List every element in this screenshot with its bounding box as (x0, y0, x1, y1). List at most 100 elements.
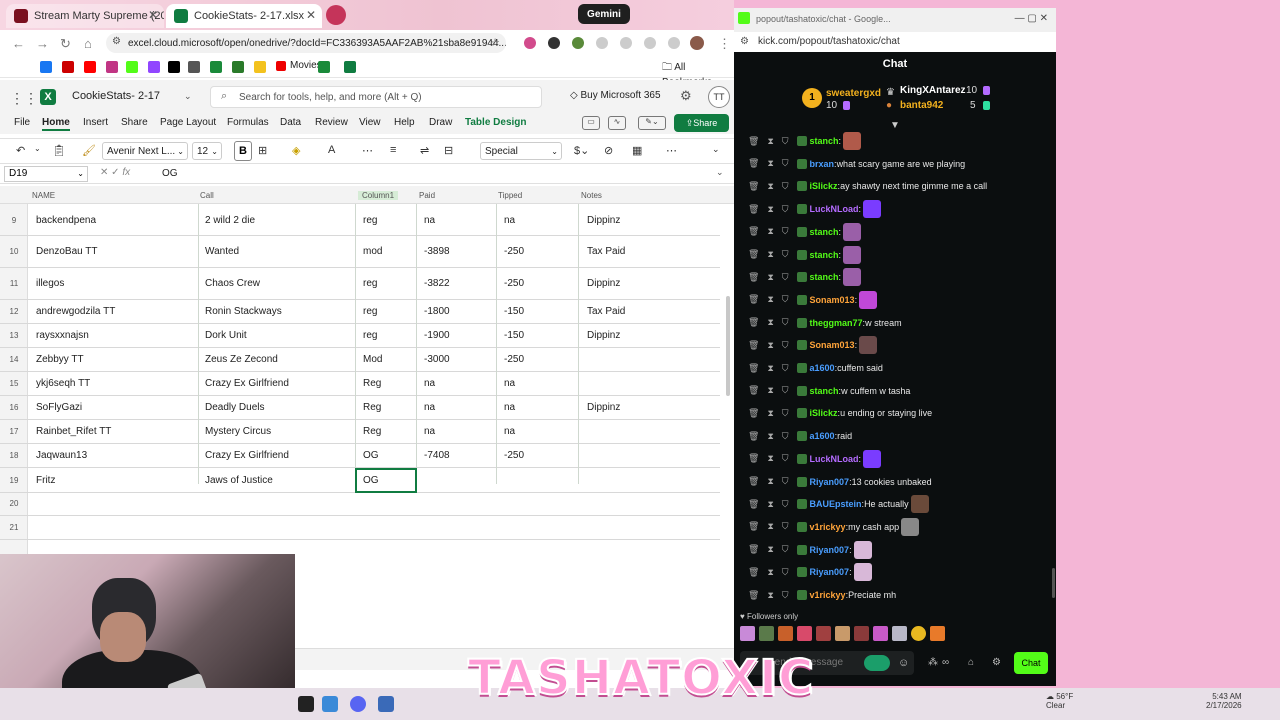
site-info-icon[interactable]: ⚙ (112, 36, 121, 47)
cell-col1[interactable]: mod (363, 246, 382, 257)
bookmark-movies[interactable]: Movies (276, 60, 322, 71)
cell-name[interactable]: andrewgodzila TT (36, 306, 115, 317)
timeout-icon[interactable]: ⧗ (767, 567, 773, 577)
chat-username[interactable]: Sonam013 (810, 340, 855, 350)
tab-insert[interactable]: Insert (83, 117, 108, 128)
facebook-icon[interactable] (40, 61, 52, 73)
leader-name[interactable]: KingXAntarez (900, 85, 966, 96)
timeout-icon[interactable]: ⧗ (767, 453, 773, 463)
delete-icon[interactable]: 🗑︎ (748, 521, 759, 531)
fill-color-icon[interactable]: ◈ (292, 144, 300, 157)
delete-icon[interactable]: 🗑︎ (748, 590, 759, 600)
ban-icon[interactable]: ⛉ (782, 363, 789, 373)
cell-call[interactable]: Zeus Ze Zecond (205, 354, 278, 365)
cell-name[interactable]: DenzoBau TT (36, 246, 98, 257)
ban-icon[interactable]: ⛉ (782, 340, 789, 350)
column-header[interactable]: Call (200, 191, 214, 200)
taskbar-app-icon[interactable] (322, 696, 338, 712)
undo-icon[interactable]: ↶ (16, 144, 25, 157)
bookmark-icon[interactable] (210, 61, 222, 73)
chat-username[interactable]: Sonam013 (810, 295, 855, 305)
x-icon[interactable] (168, 61, 180, 73)
cell-call[interactable]: Ronin Stackways (205, 306, 282, 317)
bold-button[interactable]: B (234, 141, 252, 161)
ban-icon[interactable]: ⛉ (782, 476, 789, 486)
clipboard-icon[interactable]: 📋︎ (52, 144, 66, 157)
leader-name[interactable]: sweatergxd (826, 88, 881, 99)
row-number[interactable]: 15 (0, 379, 28, 388)
cell-call[interactable]: Jaws of Justice (205, 475, 273, 486)
cell-name[interactable]: Fritz (36, 475, 55, 486)
timeout-icon[interactable]: ⧗ (767, 226, 773, 236)
delete-icon[interactable]: 🗑︎ (748, 567, 759, 577)
row-number[interactable]: 13 (0, 331, 28, 340)
ban-icon[interactable]: ⛉ (782, 158, 789, 168)
ban-icon[interactable]: ⛉ (782, 590, 789, 600)
timeout-icon[interactable]: ⧗ (767, 590, 773, 600)
cell-name[interactable]: Zebbyy TT (36, 354, 84, 365)
cell-notes[interactable]: Dippinz (587, 402, 620, 413)
tab-file[interactable]: File (14, 117, 30, 128)
extension-icon[interactable] (644, 37, 656, 49)
delete-icon[interactable]: 🗑︎ (748, 158, 759, 168)
close-icon[interactable]: ✕ (148, 8, 158, 22)
delete-icon[interactable]: 🗑︎ (748, 544, 759, 554)
tab-draw[interactable]: Draw (429, 117, 452, 128)
row-number[interactable]: 12 (0, 307, 28, 316)
row-number[interactable]: 17 (0, 427, 28, 436)
timeout-icon[interactable]: ⧗ (767, 317, 773, 327)
clock[interactable]: 5:43 AM 2/17/2026 (1206, 692, 1242, 710)
chat-username[interactable]: iSlickz (810, 408, 838, 418)
home-icon[interactable]: ⌂ (84, 36, 92, 51)
emote-icon[interactable] (873, 626, 888, 641)
gear-icon[interactable]: ⚙ (680, 88, 692, 104)
row-number[interactable]: 9 (0, 216, 28, 225)
weather-widget[interactable]: ☁ 56°F Clear (1046, 692, 1073, 710)
timeout-icon[interactable]: ⧗ (767, 544, 773, 554)
delete-icon[interactable]: 🗑︎ (748, 204, 759, 214)
chat-username[interactable]: stanch (810, 136, 839, 146)
cell-tipped[interactable]: -150 (504, 330, 524, 341)
cell-name[interactable]: SoFlyGazi (36, 402, 82, 413)
tab-help[interactable]: Help (394, 117, 415, 128)
align-icon[interactable]: ≡ (390, 144, 396, 156)
gift-icon[interactable]: ⁂ (928, 657, 938, 668)
timeout-icon[interactable]: ⧗ (767, 249, 773, 259)
cell-paid[interactable]: na (424, 402, 435, 413)
cell-col1[interactable]: OG (363, 450, 379, 461)
file-name[interactable]: CookieStats- 2-17 (72, 90, 160, 102)
timeout-icon[interactable]: ⧗ (767, 408, 773, 418)
cell-paid[interactable]: -1900 (424, 330, 450, 341)
column-header[interactable]: Paid (419, 191, 435, 200)
cell-paid[interactable]: na (424, 378, 435, 389)
cell-tipped[interactable]: -250 (504, 246, 524, 257)
row-number[interactable]: 21 (0, 523, 28, 532)
row-number[interactable]: 11 (0, 279, 28, 288)
row-number[interactable]: 20 (0, 499, 28, 508)
tab-data[interactable]: Data (280, 117, 301, 128)
bookmark-icon[interactable] (254, 61, 266, 73)
delete-icon[interactable]: 🗑︎ (748, 499, 759, 509)
row-number[interactable]: 16 (0, 403, 28, 412)
timeout-icon[interactable]: ⧗ (767, 158, 773, 168)
delete-icon[interactable]: 🗑︎ (748, 317, 759, 327)
emote-icon[interactable] (816, 626, 831, 641)
vertical-scrollbar[interactable] (726, 296, 730, 396)
cell-col1[interactable]: reg (363, 306, 377, 317)
ban-icon[interactable]: ⛉ (782, 521, 789, 531)
delete-icon[interactable]: 🗑︎ (748, 294, 759, 304)
gemini-button[interactable]: Gemini (578, 4, 630, 24)
column-header[interactable]: Column1 (358, 191, 399, 200)
delete-icon[interactable]: 🗑︎ (748, 385, 759, 395)
gear-icon[interactable]: ⚙ (992, 657, 1001, 668)
ban-icon[interactable]: ⛉ (782, 385, 789, 395)
more-options-icon[interactable]: ⋯ (666, 144, 677, 157)
ban-icon[interactable]: ⛉ (782, 408, 789, 418)
chat-username[interactable]: brxan (810, 159, 835, 169)
delete-icon[interactable]: 🗑︎ (748, 453, 759, 463)
name-box[interactable]: D19 ⌄ (4, 166, 88, 182)
cell-call[interactable]: Deadly Duels (205, 402, 264, 413)
timeout-icon[interactable]: ⧗ (767, 363, 773, 373)
timeout-icon[interactable]: ⧗ (767, 340, 773, 350)
ban-icon[interactable]: ⛉ (782, 453, 789, 463)
